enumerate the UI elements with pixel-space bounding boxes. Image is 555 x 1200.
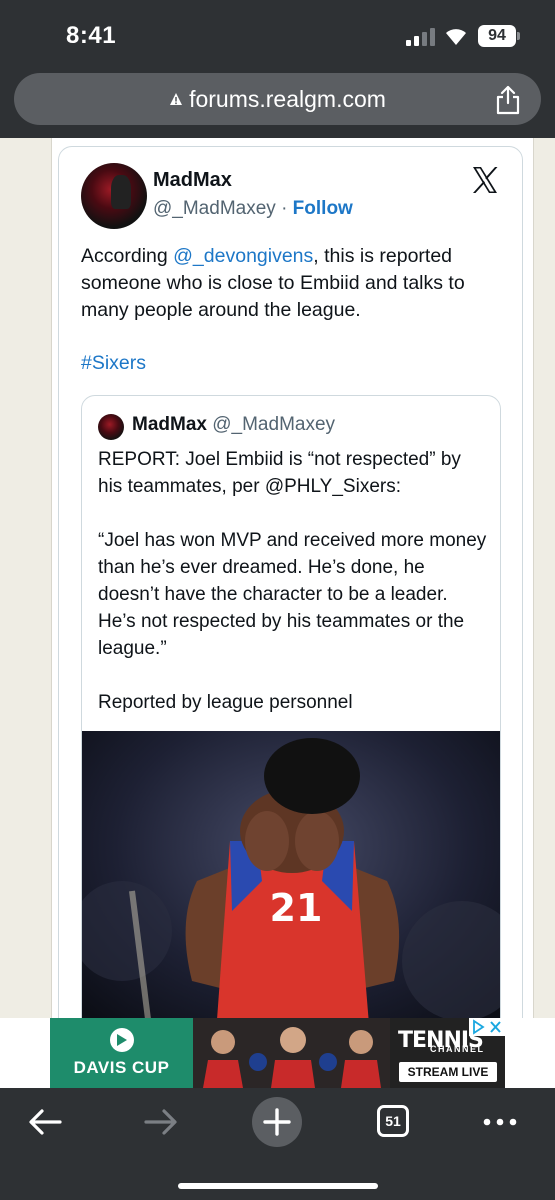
new-tab-plus-icon[interactable] (251, 1096, 303, 1148)
home-indicator (178, 1183, 378, 1189)
battery-indicator: 94 (478, 25, 520, 47)
web-page: MadMax @_MadMaxey · Follow According @_d… (0, 138, 555, 1018)
ad-players-image (193, 1018, 390, 1088)
browser-toolbar: 51 (0, 1088, 555, 1200)
browser-address-area: forums.realgm.com (0, 70, 555, 138)
tweet-text: According @_devongivens, this is reporte… (81, 243, 506, 324)
share-icon[interactable] (495, 85, 521, 115)
author-name[interactable]: MadMax (153, 169, 232, 192)
tabs-count-button[interactable]: 51 (377, 1105, 409, 1137)
stream-live-button[interactable]: STREAM LIVE (399, 1062, 497, 1082)
jersey-number: 21 (270, 886, 323, 930)
quoted-author-line: MadMax @_MadMaxey (132, 414, 335, 436)
tweet-text-prefix: According (81, 245, 174, 267)
mention-link[interactable]: @_devongivens (173, 245, 313, 267)
avatar[interactable] (81, 163, 147, 229)
quoted-tweet-text: REPORT: Joel Embiid is “not respected” b… (98, 449, 487, 713)
forward-arrow-icon[interactable] (142, 1102, 180, 1142)
separator-dot: · (281, 198, 288, 219)
quoted-avatar (98, 414, 124, 440)
author-handle[interactable]: @_MadMaxey (153, 198, 276, 219)
ad-choices-icon[interactable] (469, 1018, 505, 1036)
back-arrow-icon[interactable] (26, 1102, 64, 1142)
tennis-channel-sub: CHANNEL (430, 1044, 485, 1054)
wifi-icon (446, 29, 466, 45)
status-bar: 8:41 94 (0, 0, 555, 70)
embedded-tweet[interactable]: MadMax @_MadMaxey · Follow According @_d… (58, 146, 523, 1018)
quoted-author-handle: @_MadMaxey (212, 414, 336, 435)
ad-davis-cup[interactable]: DAVIS CUP (50, 1018, 193, 1088)
url-text: forums.realgm.com (189, 86, 386, 112)
advertisement-banner[interactable]: DAVIS CUP TENNIS CHANNEL STREAM LIVE (50, 1018, 505, 1088)
x-logo-icon[interactable] (470, 165, 500, 195)
status-time: 8:41 (66, 22, 117, 49)
ad-left-brand: DAVIS CUP (73, 1058, 170, 1077)
more-options-icon[interactable] (482, 1102, 518, 1142)
follow-button[interactable]: Follow (293, 198, 353, 219)
davis-cup-logo-icon (110, 1028, 134, 1052)
author-handle-line: @_MadMaxey · Follow (153, 198, 353, 220)
url-display[interactable]: forums.realgm.com (14, 86, 541, 113)
address-bar[interactable]: forums.realgm.com (14, 73, 541, 125)
quoted-tweet-photo[interactable]: 21 (82, 731, 501, 1018)
quoted-author-name: MadMax (132, 414, 207, 435)
warning-icon (170, 93, 183, 105)
cellular-signal-icon (406, 28, 436, 46)
ad-band: DAVIS CUP TENNIS CHANNEL STREAM LIVE (0, 1018, 555, 1088)
hashtag-link[interactable]: #Sixers (81, 352, 146, 375)
quoted-tweet[interactable]: MadMax @_MadMaxey REPORT: Joel Embiid is… (81, 395, 501, 1018)
